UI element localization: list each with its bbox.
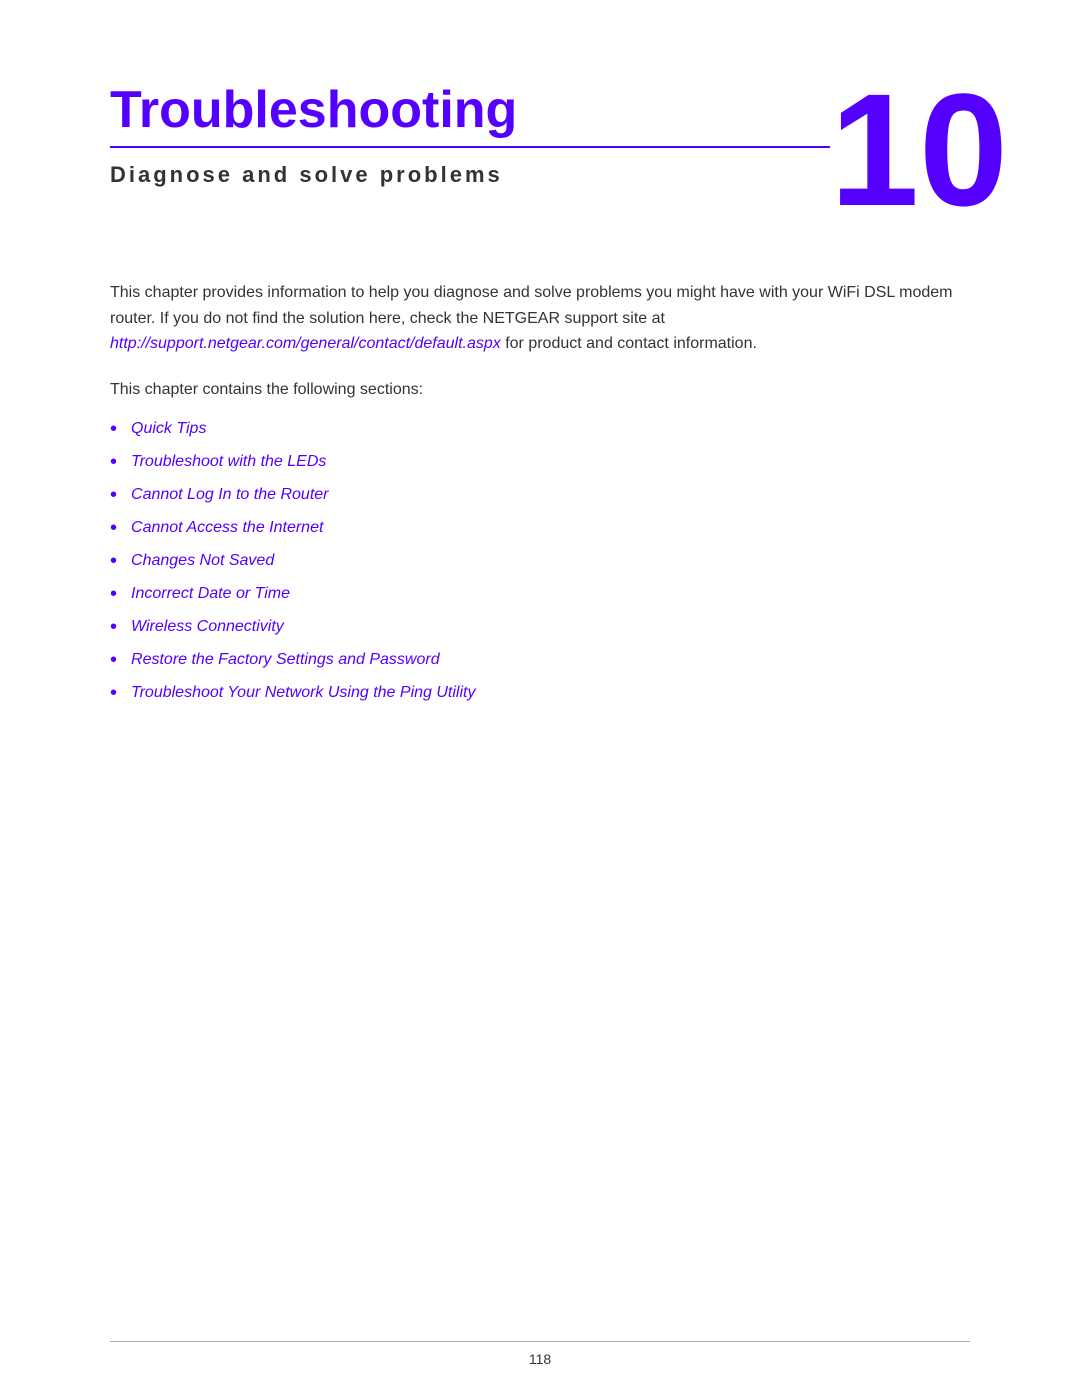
toc-list-item: • Cannot Access the Internet (110, 519, 970, 540)
toc-link-changes-not-saved[interactable]: Changes Not Saved (131, 552, 274, 570)
toc-link-troubleshoot-leds[interactable]: Troubleshoot with the LEDs (131, 453, 326, 471)
chapter-title: Troubleshooting (110, 80, 830, 140)
title-section: Troubleshooting Diagnose and solve probl… (110, 80, 830, 188)
bullet-icon: • (110, 484, 117, 507)
intro-text-after-link: for product and contact information. (501, 335, 757, 352)
bullet-icon: • (110, 418, 117, 441)
toc-link-quick-tips[interactable]: Quick Tips (131, 420, 206, 438)
toc-link-cannot-log-in[interactable]: Cannot Log In to the Router (131, 486, 328, 504)
toc-link-wireless-connectivity[interactable]: Wireless Connectivity (131, 618, 284, 636)
header-area: Troubleshooting Diagnose and solve probl… (110, 80, 970, 230)
title-underline (110, 146, 830, 148)
bullet-icon: • (110, 517, 117, 540)
toc-list-item: • Incorrect Date or Time (110, 585, 970, 606)
toc-list-item: • Quick Tips (110, 420, 970, 441)
footer-line (110, 1341, 970, 1342)
intro-text-before-link: This chapter provides information to hel… (110, 284, 952, 327)
page-number: 118 (529, 1351, 551, 1367)
content-area: This chapter provides information to hel… (110, 280, 970, 1337)
bullet-icon: • (110, 649, 117, 672)
bullet-icon: • (110, 616, 117, 639)
toc-link-incorrect-date-time[interactable]: Incorrect Date or Time (131, 585, 290, 603)
sections-intro: This chapter contains the following sect… (110, 377, 970, 403)
toc-link-restore-factory[interactable]: Restore the Factory Settings and Passwor… (131, 651, 440, 669)
bullet-icon: • (110, 550, 117, 573)
toc-list-item: • Troubleshoot with the LEDs (110, 453, 970, 474)
toc-list: • Quick Tips • Troubleshoot with the LEDs • C… (110, 420, 970, 705)
intro-link[interactable]: http://support.netgear.com/general/conta… (110, 335, 501, 352)
page: Troubleshooting Diagnose and solve probl… (0, 0, 1080, 1397)
toc-link-cannot-access-internet[interactable]: Cannot Access the Internet (131, 519, 323, 537)
toc-list-item: • Wireless Connectivity (110, 618, 970, 639)
toc-list-item: • Changes Not Saved (110, 552, 970, 573)
chapter-number: 10 (830, 70, 1008, 230)
intro-paragraph: This chapter provides information to hel… (110, 280, 970, 357)
toc-link-ping-utility[interactable]: Troubleshoot Your Network Using the Ping… (131, 684, 475, 702)
toc-list-item: • Troubleshoot Your Network Using the Pin… (110, 684, 970, 705)
bullet-icon: • (110, 682, 117, 705)
toc-list-item: • Restore the Factory Settings and Passwo… (110, 651, 970, 672)
toc-list-item: • Cannot Log In to the Router (110, 486, 970, 507)
bullet-icon: • (110, 583, 117, 606)
bullet-icon: • (110, 451, 117, 474)
chapter-subtitle: Diagnose and solve problems (110, 162, 830, 188)
